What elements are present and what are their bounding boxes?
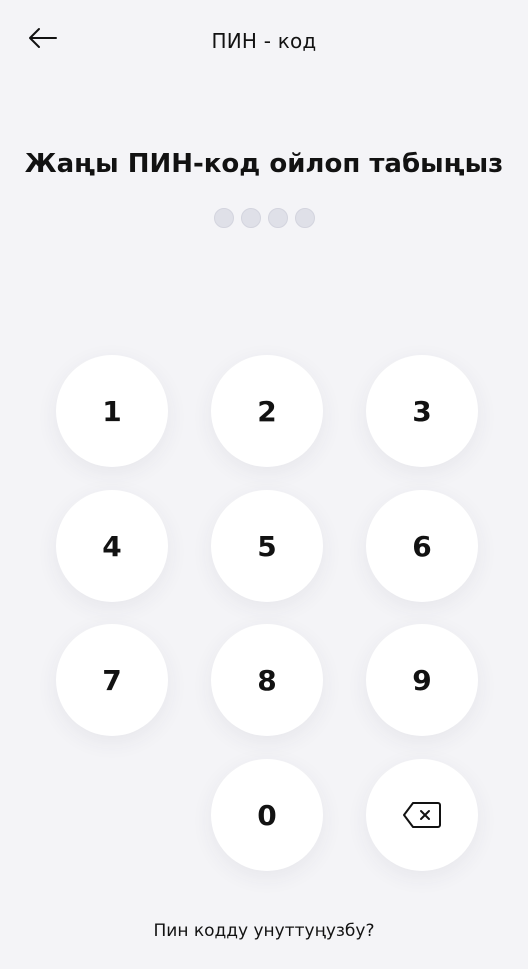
key-label: 2 [257,394,277,428]
key-4[interactable]: 4 [56,490,168,602]
key-label: 0 [257,798,277,832]
key-label: 9 [412,663,432,697]
key-7[interactable]: 7 [56,624,168,736]
backspace-button[interactable] [366,759,478,871]
keypad: 1 2 3 4 5 6 7 8 9 0 [0,0,528,969]
key-6[interactable]: 6 [366,490,478,602]
key-label: 6 [412,529,432,563]
key-8[interactable]: 8 [211,624,323,736]
key-2[interactable]: 2 [211,355,323,467]
forgot-pin-link[interactable]: Пин кодду унуттуңузбу? [0,921,528,941]
key-5[interactable]: 5 [211,490,323,602]
key-label: 8 [257,663,277,697]
key-label: 5 [257,529,277,563]
key-label: 3 [412,394,432,428]
key-3[interactable]: 3 [366,355,478,467]
key-label: 4 [102,529,122,563]
key-0[interactable]: 0 [211,759,323,871]
backspace-icon [403,802,441,828]
key-label: 1 [102,394,122,428]
key-label: 7 [102,663,122,697]
key-9[interactable]: 9 [366,624,478,736]
key-1[interactable]: 1 [56,355,168,467]
